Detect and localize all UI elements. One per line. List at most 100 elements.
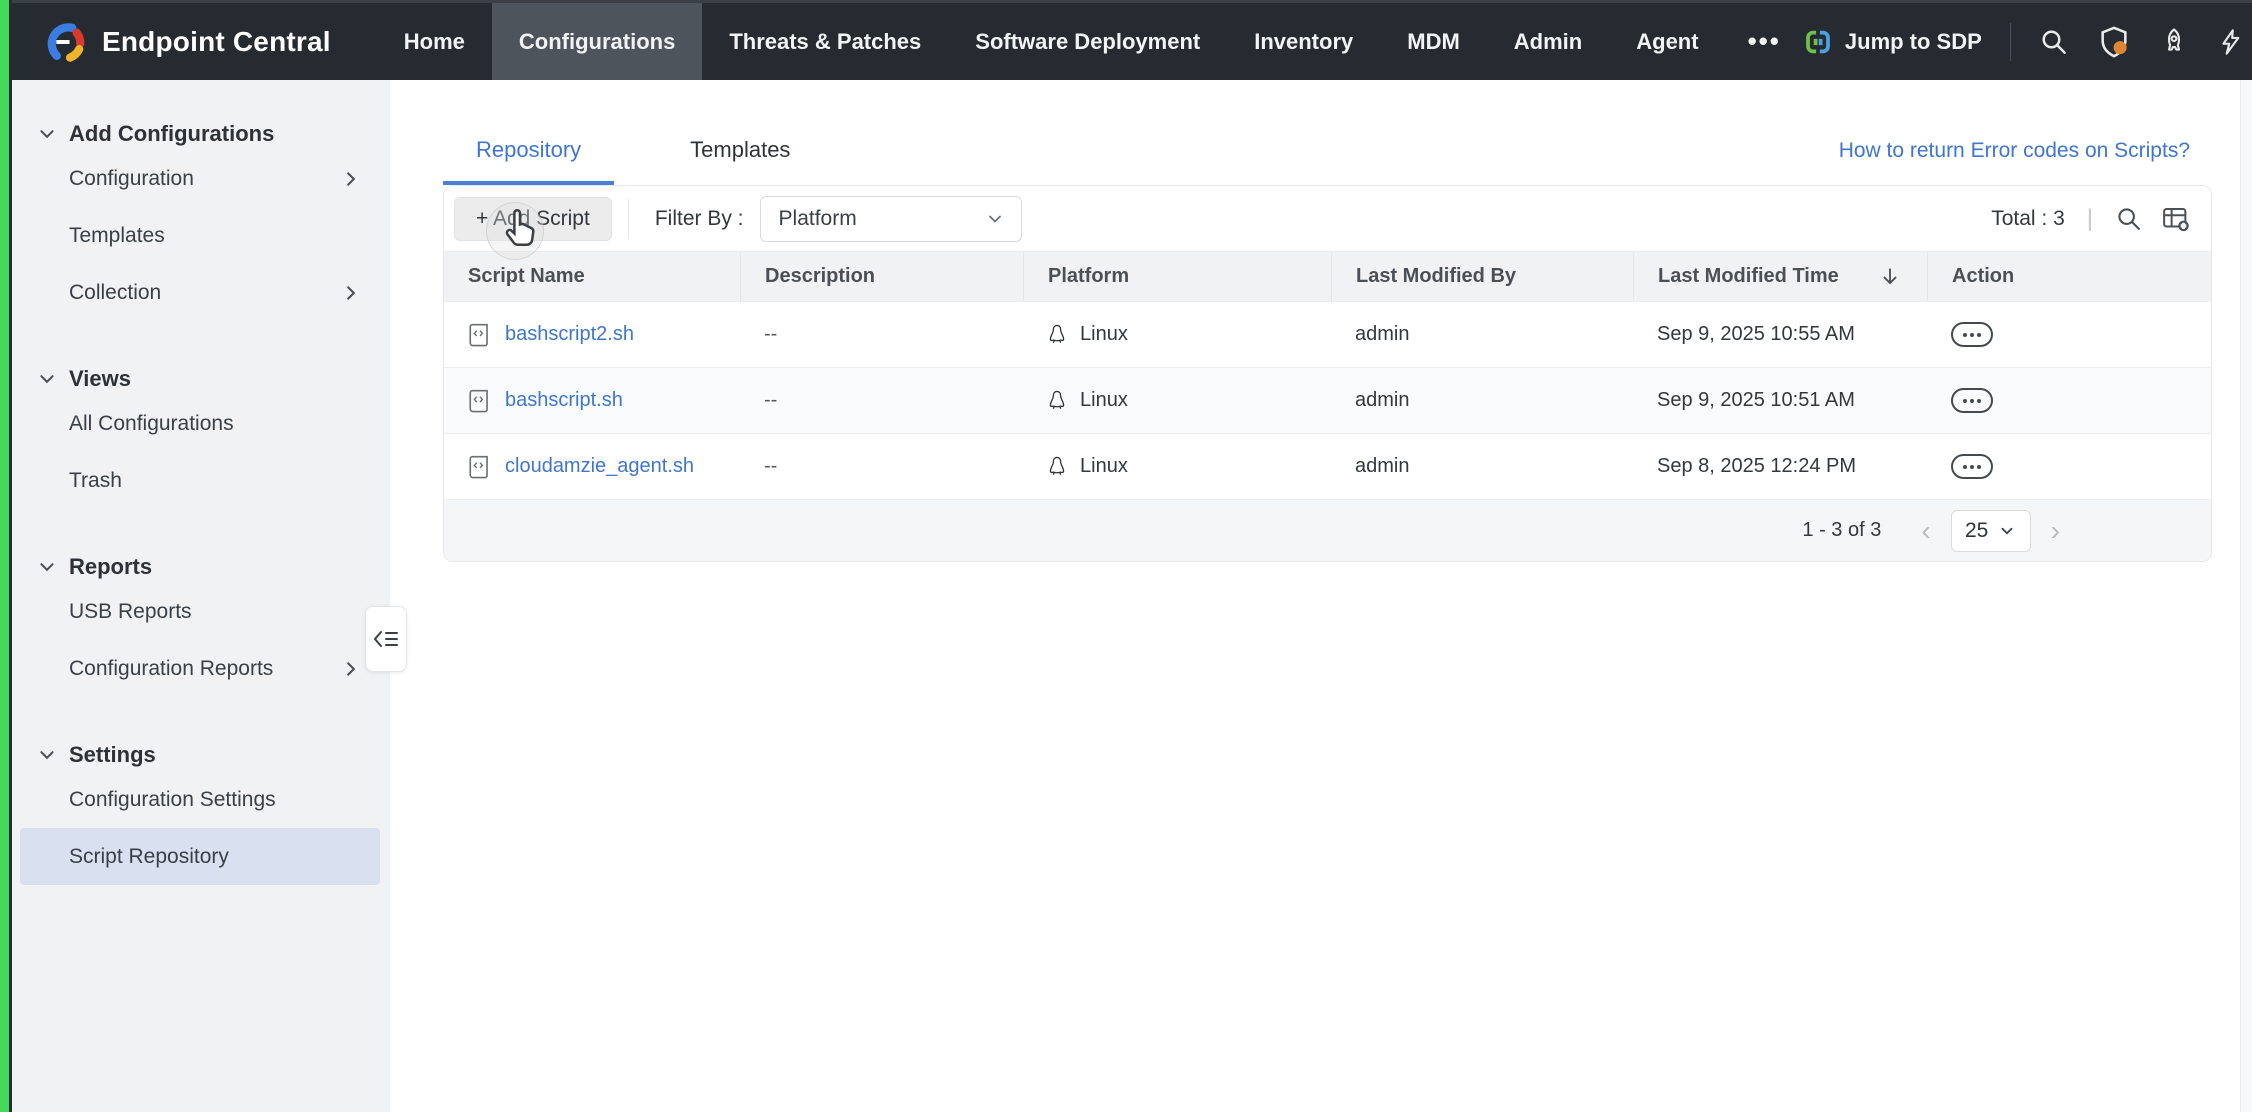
page-size-dropdown[interactable]: 25 — [1951, 510, 2031, 552]
pagination-range-label: 1 - 3 of 3 — [1802, 519, 1881, 542]
nav-item-agent[interactable]: Agent — [1609, 3, 1725, 80]
screenshare-edge-shadow — [9, 0, 12, 1112]
nav-item-threats-patches[interactable]: Threats & Patches — [702, 3, 948, 80]
jump-to-sdp-label: Jump to SDP — [1845, 29, 1982, 55]
modified-by-cell: admin — [1331, 323, 1633, 346]
script-repository-card: + Add Script Filter By : Platform Total … — [443, 185, 2212, 562]
sidebar-group-title-reports[interactable]: Reports — [12, 551, 390, 583]
brand-name: Endpoint Central — [102, 26, 331, 58]
nav-item-configurations[interactable]: Configurations — [492, 3, 702, 80]
sort-descending-icon[interactable] — [1879, 266, 1901, 288]
screenshare-edge — [0, 0, 9, 1112]
pagination-next-icon[interactable]: › — [2045, 517, 2066, 545]
linux-icon — [1047, 389, 1067, 413]
chevron-right-icon — [342, 284, 360, 302]
nav-item-home[interactable]: Home — [377, 3, 492, 80]
sidebar-group-settings: Settings Configuration Settings Script R… — [12, 739, 390, 885]
script-name-link[interactable]: bashscript.sh — [505, 389, 623, 412]
sidebar-item-configuration[interactable]: Configuration — [20, 150, 380, 207]
tab-templates[interactable]: Templates — [657, 137, 823, 185]
nav-item-admin[interactable]: Admin — [1487, 3, 1609, 80]
table-toolbar: + Add Script Filter By : Platform Total … — [444, 186, 2211, 251]
nav-item-software-deployment[interactable]: Software Deployment — [948, 3, 1227, 80]
chevron-down-icon — [38, 746, 56, 764]
sidebar-item-configuration-reports[interactable]: Configuration Reports — [20, 640, 380, 697]
jump-to-sdp-button[interactable]: Jump to SDP — [1803, 27, 1982, 57]
modified-time-cell: Sep 9, 2025 10:55 AM — [1633, 323, 1927, 346]
column-header-action: Action — [1927, 252, 2211, 301]
platform-cell: Linux — [1023, 455, 1331, 479]
sidebar-item-all-configurations[interactable]: All Configurations — [20, 395, 380, 452]
app-window: Endpoint Central Home Configurations Thr… — [0, 0, 2252, 1112]
pagination-bar: 1 - 3 of 3 ‹ 25 › — [444, 499, 2211, 561]
linux-icon — [1047, 323, 1067, 347]
sidebar-item-configuration-settings[interactable]: Configuration Settings — [20, 771, 380, 828]
description-cell: -- — [740, 323, 1023, 346]
nav-item-inventory[interactable]: Inventory — [1227, 3, 1380, 80]
script-file-icon — [468, 322, 492, 348]
modified-time-cell: Sep 9, 2025 10:51 AM — [1633, 389, 1927, 412]
top-navbar: Endpoint Central Home Configurations Thr… — [12, 0, 2252, 80]
toolbar-pipe-divider: | — [2087, 205, 2093, 233]
script-name-link[interactable]: cloudamzie_agent.sh — [505, 455, 694, 478]
pagination-prev-icon[interactable]: ‹ — [1915, 517, 1936, 545]
column-header-description[interactable]: Description — [740, 252, 1023, 301]
script-name-link[interactable]: bashscript2.sh — [505, 323, 634, 346]
modified-by-cell: admin — [1331, 455, 1633, 478]
error-codes-help-link[interactable]: How to return Error codes on Scripts? — [1839, 139, 2190, 185]
table-row: cloudamzie_agent.sh -- Linux admin Sep 8… — [444, 433, 2211, 499]
toolbar-divider — [628, 199, 629, 239]
sidebar-item-collection[interactable]: Collection — [20, 264, 380, 321]
row-actions-menu-icon[interactable] — [1951, 322, 1993, 347]
description-cell: -- — [740, 455, 1023, 478]
column-header-script-name[interactable]: Script Name — [444, 252, 740, 301]
sdp-icon — [1803, 27, 1833, 57]
sidebar-item-script-repository[interactable]: Script Repository — [20, 828, 380, 885]
chevron-down-icon — [38, 125, 56, 143]
platform-filter-dropdown[interactable]: Platform — [760, 196, 1022, 242]
collapse-sidebar-icon — [372, 626, 400, 652]
search-icon[interactable] — [2039, 27, 2069, 57]
column-header-platform[interactable]: Platform — [1023, 252, 1331, 301]
column-header-last-modified-by[interactable]: Last Modified By — [1331, 252, 1633, 301]
table-header-row: Script Name Description Platform Last Mo… — [444, 251, 2211, 301]
navbar-divider — [2010, 23, 2011, 61]
endpoint-central-logo-icon — [42, 20, 86, 64]
script-file-icon — [468, 454, 492, 480]
row-actions-menu-icon[interactable] — [1951, 454, 1993, 479]
sidebar-collapse-toggle[interactable] — [365, 606, 407, 672]
brand-logo-area[interactable]: Endpoint Central — [12, 3, 377, 80]
sidebar-item-trash[interactable]: Trash — [20, 452, 380, 509]
table-body: bashscript2.sh -- Linux admin Sep 9, 202… — [444, 301, 2211, 499]
tab-repository[interactable]: Repository — [443, 137, 614, 185]
nav-more-menu-icon[interactable]: ••• — [1726, 3, 1803, 80]
sidebar-group-reports: Reports USB Reports Configuration Report… — [12, 551, 390, 697]
chevron-down-icon — [38, 558, 56, 576]
column-header-last-modified-time[interactable]: Last Modified Time — [1633, 252, 1927, 301]
security-shield-icon[interactable] — [2097, 25, 2131, 59]
rocket-icon[interactable] — [2159, 27, 2189, 57]
row-actions-menu-icon[interactable] — [1951, 388, 1993, 413]
sidebar-group-title-add-configurations[interactable]: Add Configurations — [12, 118, 390, 150]
chevron-right-icon — [342, 170, 360, 188]
vertical-scrollbar[interactable] — [2240, 80, 2252, 1112]
nav-item-mdm[interactable]: MDM — [1380, 3, 1487, 80]
linux-icon — [1047, 455, 1067, 479]
table-search-icon[interactable] — [2115, 205, 2143, 233]
script-file-icon — [468, 388, 492, 414]
sidebar-group-title-views[interactable]: Views — [12, 363, 390, 395]
total-count-label: Total : 3 — [1991, 207, 2065, 231]
sidebar-item-usb-reports[interactable]: USB Reports — [20, 583, 380, 640]
sidebar-group-add-configurations: Add Configurations Configuration Templat… — [12, 118, 390, 321]
add-script-button[interactable]: + Add Script — [454, 197, 612, 241]
column-settings-icon[interactable] — [2161, 204, 2191, 234]
modified-time-cell: Sep 8, 2025 12:24 PM — [1633, 455, 1927, 478]
table-row: bashscript.sh -- Linux admin Sep 9, 2025… — [444, 367, 2211, 433]
tabs-row: Repository Templates How to return Error… — [390, 80, 2252, 185]
sidebar-item-templates[interactable]: Templates — [20, 207, 380, 264]
chevron-down-icon — [1998, 522, 2016, 540]
tab-bar: Repository Templates — [443, 137, 823, 185]
sidebar-group-title-settings[interactable]: Settings — [12, 739, 390, 771]
notifications-bolt-icon[interactable] — [2217, 28, 2245, 56]
filter-by-label: Filter By : — [655, 207, 744, 231]
